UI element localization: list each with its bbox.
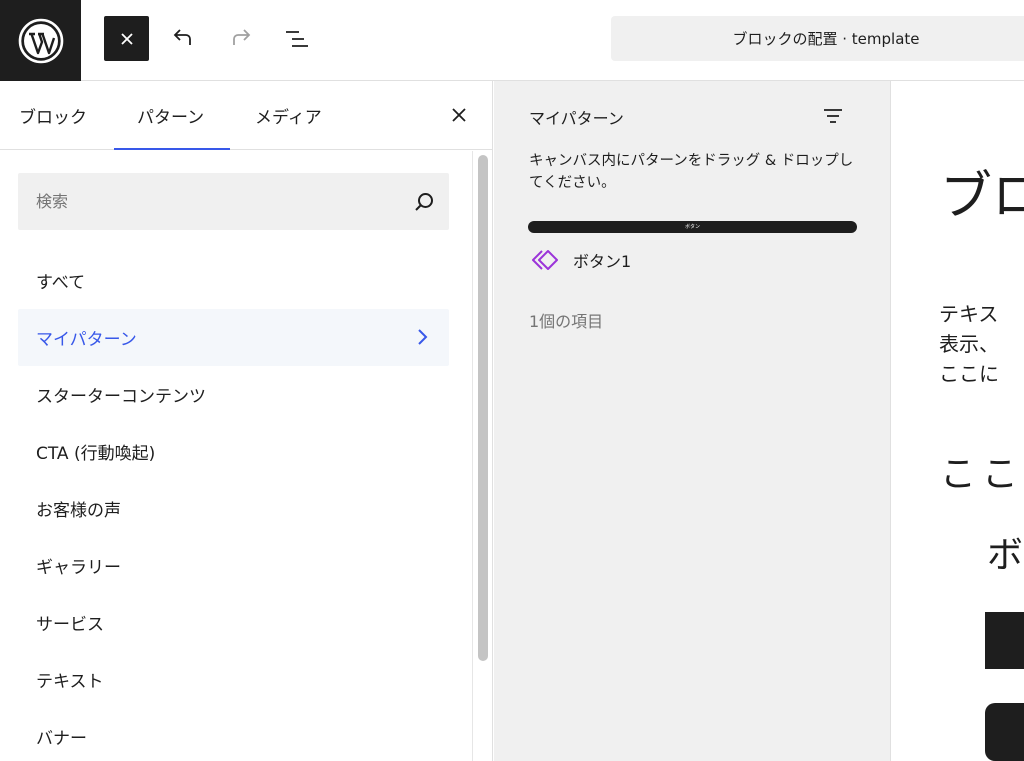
wordpress-icon [18,18,63,63]
category-item-testimonials[interactable]: お客様の声 [18,480,449,537]
close-panel-button[interactable] [448,104,470,126]
document-title: ブロックの配置 · template [732,30,920,48]
drag-drop-hint: キャンバス内にパターンをドラッグ & ドロップしてください。 [529,153,854,191]
filter-icon [824,109,842,123]
pattern-category-preview-panel: マイパターン キャンバス内にパターンをドラッグ & ドロップしてください。 ボタ… [494,81,891,761]
paragraph-line: テキス [939,302,999,326]
pattern-preview-text: ボタン [684,223,700,230]
category-label: すべて [36,273,86,293]
tab-patterns[interactable]: パターン [137,81,204,150]
inserter-tabs: ブロック パターン メディア [0,81,492,150]
redo-icon [232,28,250,45]
search-icon [399,173,449,230]
category-item-my-patterns[interactable]: マイパターン [18,309,449,366]
redo-button[interactable] [218,16,263,61]
category-item-starter-content[interactable]: スターターコンテンツ [18,366,449,423]
document-overview-button[interactable] [274,16,319,61]
undo-icon [173,28,191,45]
pattern-item-label: ボタン1 [573,252,632,271]
category-label: CTA (行動喚起) [36,444,156,464]
tab-blocks[interactable]: ブロック [19,81,87,150]
close-inserter-button[interactable] [104,16,149,61]
canvas-subheading[interactable]: ここ [940,445,1024,497]
category-label: バナー [36,729,87,749]
paragraph-line: 表示、 [939,332,999,356]
filter-button[interactable] [822,105,844,127]
synced-pattern-icon [529,247,561,273]
pattern-preview[interactable]: ボタン [528,221,857,233]
category-label: テキスト [36,672,104,692]
close-icon [120,32,133,45]
tab-media[interactable]: メディア [255,81,322,150]
scrollbar-thumb[interactable] [478,155,488,661]
wordpress-logo-button[interactable] [0,0,81,81]
category-item-text[interactable]: テキスト [18,651,449,708]
pattern-item[interactable]: ボタン1 [529,247,631,273]
search-input[interactable] [18,173,399,230]
chevron-right-icon [418,329,428,345]
canvas-button-block[interactable] [985,612,1024,669]
paragraph-line: ここに [939,362,999,386]
category-item-gallery[interactable]: ギャラリー [18,537,449,594]
item-count: 1個の項目 [529,312,604,331]
canvas-heading[interactable]: ブロ [940,168,1024,226]
category-item-services[interactable]: サービス [18,594,449,651]
category-item-all[interactable]: すべて [18,252,449,309]
category-label: マイパターン [36,330,137,350]
canvas-subheading-2[interactable]: ボ [987,526,1023,578]
canvas-button-block-rounded[interactable] [985,703,1024,761]
category-label: ギャラリー [36,558,121,578]
category-item-banner[interactable]: バナー [18,708,449,761]
editor-canvas[interactable]: ブロ テキス 表示、 ここに ここ ボ [892,81,1024,761]
block-inserter-panel: ブロック パターン メディア すべて マイパターン スターターコンテンツ CTA… [0,81,493,761]
canvas-paragraph[interactable]: テキス 表示、 ここに [939,299,999,389]
document-title-bar[interactable]: ブロックの配置 · template [611,16,1024,61]
close-icon [452,108,466,122]
pattern-category-list: すべて マイパターン スターターコンテンツ CTA (行動喚起) お客様の声 ギ… [18,252,449,761]
list-view-icon [285,30,308,47]
panel-title: マイパターン [529,109,624,128]
active-tab-indicator [114,148,230,150]
category-label: サービス [36,615,104,635]
category-label: お客様の声 [36,501,121,521]
category-item-cta[interactable]: CTA (行動喚起) [18,423,449,480]
editor-header: ブロックの配置 · template [0,0,1024,81]
undo-button[interactable] [160,16,205,61]
search-field [18,173,449,230]
category-label: スターターコンテンツ [36,387,206,407]
